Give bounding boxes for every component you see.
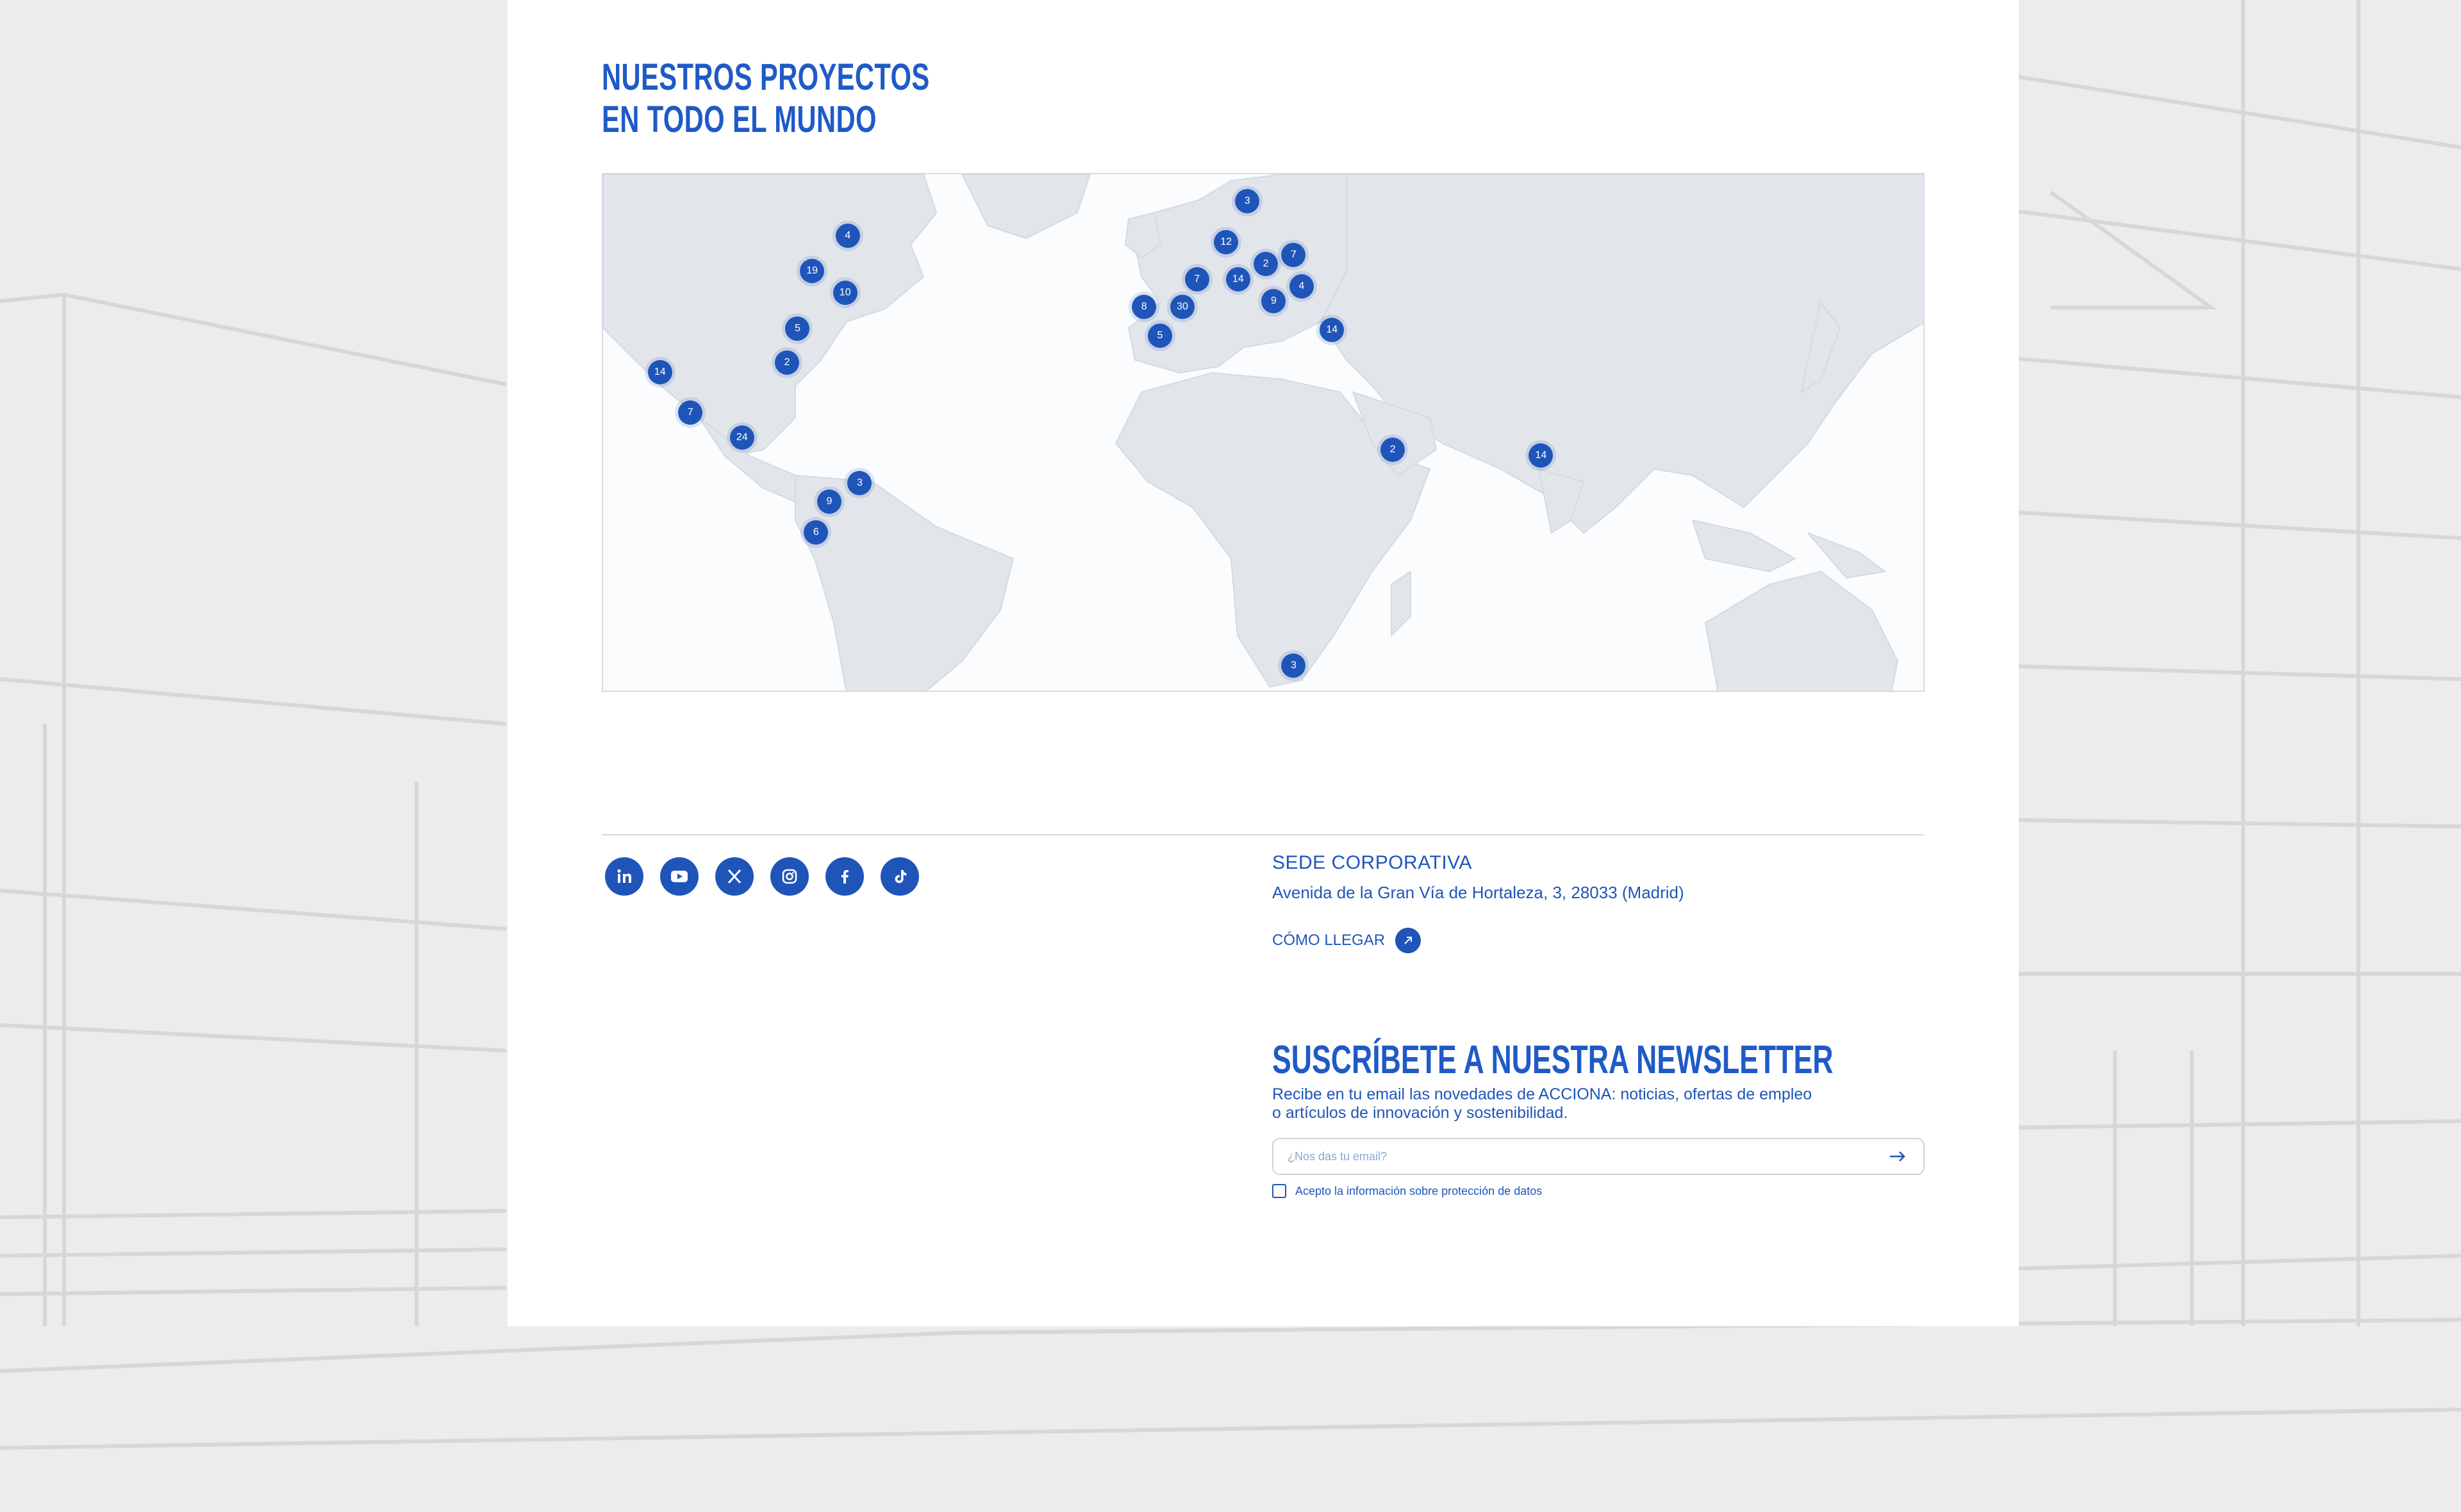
- corporate-headquarters: SEDE CORPORATIVA Avenida de la Gran Vía …: [1272, 852, 1684, 903]
- map-project-marker[interactable]: 9: [816, 489, 841, 514]
- youtube-icon[interactable]: [660, 857, 699, 896]
- map-project-marker[interactable]: 4: [1289, 274, 1314, 299]
- map-project-marker[interactable]: 3: [1281, 653, 1306, 678]
- map-project-marker[interactable]: 14: [647, 359, 672, 384]
- map-project-marker[interactable]: 12: [1214, 230, 1239, 255]
- linkedin-icon[interactable]: [605, 857, 643, 896]
- projects-heading: Nuestros proyectos en todo el mundo: [602, 56, 930, 141]
- hq-title: SEDE CORPORATIVA: [1272, 852, 1472, 873]
- map-project-marker[interactable]: 5: [785, 316, 810, 341]
- external-arrow-icon: [1395, 928, 1421, 953]
- projects-heading-line2: en todo el mundo: [602, 99, 877, 140]
- map-project-marker[interactable]: 24: [729, 425, 754, 450]
- directions-link[interactable]: CÓMO LLEGAR: [1272, 928, 1421, 953]
- map-project-marker[interactable]: 2: [1380, 438, 1405, 463]
- directions-label: CÓMO LLEGAR: [1272, 932, 1386, 949]
- map-project-marker[interactable]: 8: [1132, 295, 1157, 320]
- newsletter-description: Recibe en tu email las novedades de ACCI…: [1272, 1085, 1812, 1122]
- social-links: [605, 857, 919, 896]
- tiktok-icon[interactable]: [881, 857, 919, 896]
- map-project-marker[interactable]: 6: [804, 520, 829, 545]
- map-project-marker[interactable]: 7: [1184, 267, 1209, 292]
- newsletter-heading: Suscríbete a nuestra newsletter: [1272, 1038, 1834, 1082]
- instagram-icon[interactable]: [770, 857, 809, 896]
- map-project-marker[interactable]: 3: [1235, 189, 1260, 214]
- map-project-marker[interactable]: 14: [1320, 318, 1345, 342]
- facebook-icon[interactable]: [825, 857, 864, 896]
- map-project-marker[interactable]: 19: [800, 258, 825, 283]
- map-project-marker[interactable]: 5: [1147, 323, 1172, 348]
- submit-arrow-icon[interactable]: [1885, 1144, 1910, 1169]
- map-project-marker[interactable]: 14: [1529, 443, 1554, 468]
- content-card: Nuestros proyectos en todo el mundo: [508, 0, 2019, 1326]
- hq-address: Avenida de la Gran Vía de Hortaleza, 3, …: [1272, 883, 1684, 902]
- map-project-marker[interactable]: 2: [1254, 252, 1279, 277]
- map-project-marker[interactable]: 14: [1225, 267, 1250, 292]
- newsletter-email-input[interactable]: [1286, 1149, 1885, 1164]
- map-project-marker[interactable]: 3: [847, 470, 872, 495]
- world-projects-map[interactable]: 4 19 10 5 2 14 7 24 3 9 6 3 12 7 2 7 14 4 9 8 30 5 14 2 14 3: [602, 173, 1925, 692]
- privacy-consent-label: Acepto la información sobre protección d…: [1295, 1184, 1543, 1197]
- map-project-marker[interactable]: 2: [774, 350, 799, 375]
- projects-heading-line1: Nuestros proyectos: [602, 56, 930, 98]
- x-icon[interactable]: [715, 857, 754, 896]
- map-project-marker[interactable]: 7: [678, 400, 703, 425]
- map-project-marker[interactable]: 4: [835, 223, 860, 248]
- newsletter-email-box: [1272, 1138, 1925, 1175]
- map-project-marker[interactable]: 9: [1261, 289, 1286, 314]
- map-project-marker[interactable]: 10: [833, 281, 858, 306]
- privacy-consent-checkbox[interactable]: [1272, 1184, 1286, 1198]
- privacy-consent: Acepto la información sobre protección d…: [1272, 1184, 1542, 1198]
- footer-divider: [602, 834, 1925, 835]
- map-project-marker[interactable]: 30: [1170, 295, 1195, 320]
- map-project-marker[interactable]: 7: [1281, 242, 1306, 267]
